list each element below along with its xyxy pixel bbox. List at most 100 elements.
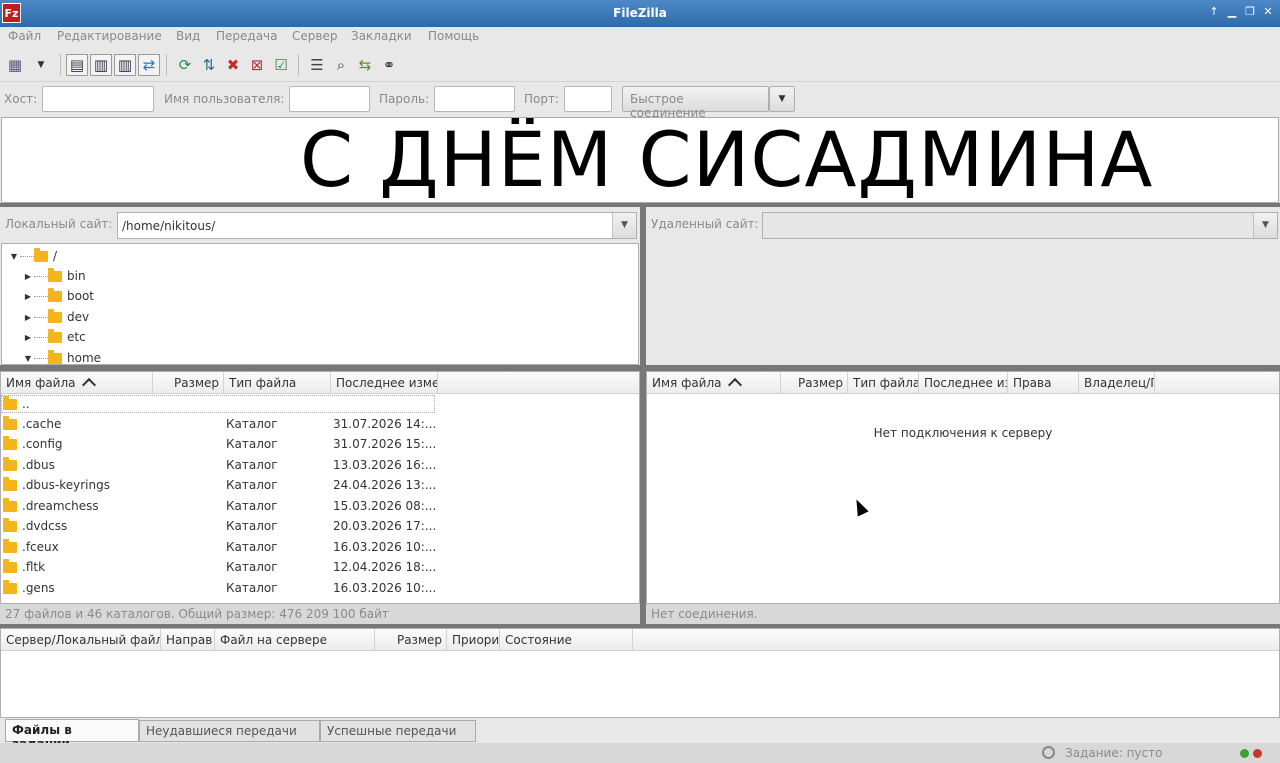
- column-header-name[interactable]: Имя файла: [647, 372, 781, 394]
- message-log[interactable]: С ДНЁМ СИСАДМИНА: [1, 117, 1279, 203]
- toggle-local-tree-icon[interactable]: ▥: [90, 54, 112, 76]
- directory-filter-icon[interactable]: ☰: [306, 54, 328, 76]
- status-led-red-icon: [1253, 749, 1262, 758]
- column-header-priority[interactable]: Приори: [447, 629, 500, 651]
- column-header-size[interactable]: Размер: [153, 372, 224, 394]
- table-row[interactable]: .fltk Каталог 12.04.2026 18:...: [1, 557, 639, 577]
- menu-bookmarks[interactable]: Закладки: [351, 29, 412, 43]
- tree-item-etc[interactable]: ▶ etc: [22, 327, 86, 347]
- expanded-arrow-icon[interactable]: ▼: [22, 354, 34, 363]
- menu-transfer[interactable]: Передача: [216, 29, 278, 43]
- collapsed-arrow-icon[interactable]: ▶: [22, 292, 34, 301]
- column-header-modified[interactable]: Последнее изме: [331, 372, 438, 394]
- refresh-icon[interactable]: ⟳: [174, 54, 196, 76]
- column-header-name[interactable]: Имя файла: [1, 372, 153, 394]
- collapsed-arrow-icon[interactable]: ▶: [22, 272, 34, 281]
- toggle-message-log-icon[interactable]: ▤: [66, 54, 88, 76]
- chevron-down-icon[interactable]: ▼: [612, 213, 636, 238]
- tree-item-dev[interactable]: ▶ dev: [22, 307, 89, 327]
- table-row[interactable]: .dvdcss Каталог 20.03.2026 17:...: [1, 516, 639, 536]
- menu-help[interactable]: Помощь: [428, 29, 479, 43]
- table-row[interactable]: .config Каталог 31.07.2026 15:...: [1, 434, 639, 454]
- compare-directories-icon[interactable]: ⌕: [330, 54, 352, 76]
- local-status-text: 27 файлов и 46 каталогов. Общий размер: …: [0, 604, 640, 624]
- keep-above-icon[interactable]: ↑: [1208, 5, 1220, 18]
- expanded-arrow-icon[interactable]: ▼: [8, 252, 20, 261]
- site-manager-dropdown-icon[interactable]: ▼: [30, 54, 52, 76]
- folder-icon: [48, 349, 62, 364]
- column-header-remote-file[interactable]: Файл на сервере: [215, 629, 375, 651]
- tree-item-bin[interactable]: ▶ bin: [22, 266, 86, 286]
- port-input[interactable]: [564, 86, 612, 112]
- table-row[interactable]: .dbus Каталог 13.03.2026 16:...: [1, 455, 639, 475]
- not-connected-message: Нет подключения к серверу: [873, 426, 1053, 440]
- site-manager-icon[interactable]: ▦: [4, 54, 26, 76]
- remote-file-list[interactable]: Имя файла Размер Тип файла Последнее из …: [646, 371, 1280, 604]
- menu-server[interactable]: Сервер: [292, 29, 337, 43]
- menu-view[interactable]: Вид: [176, 29, 200, 43]
- process-queue-icon[interactable]: ⇅: [198, 54, 220, 76]
- column-header-size[interactable]: Размер: [375, 629, 447, 651]
- table-row[interactable]: .dreamchess Каталог 15.03.2026 08:...: [1, 496, 639, 516]
- folder-icon: [3, 498, 17, 512]
- table-row[interactable]: .cache Каталог 31.07.2026 14:...: [1, 414, 639, 434]
- remote-path-combo[interactable]: ▼: [762, 212, 1278, 239]
- table-row[interactable]: ..: [1, 394, 639, 414]
- host-input[interactable]: [42, 86, 154, 112]
- close-icon[interactable]: ✕: [1262, 5, 1274, 18]
- local-directory-tree[interactable]: ▼ / ▶ bin ▶ boot ▶ dev ▶ etc ▼ home: [1, 243, 639, 365]
- tree-item-label: home: [67, 351, 102, 365]
- remote-directory-tree[interactable]: [646, 243, 1280, 365]
- column-header-size[interactable]: Размер: [781, 372, 848, 394]
- folder-link-icon: [48, 267, 62, 282]
- tab-successful-transfers[interactable]: Успешные передачи: [320, 720, 476, 742]
- table-row[interactable]: .gens Каталог 16.03.2026 10:...: [1, 578, 639, 598]
- column-header-permissions[interactable]: Права: [1008, 372, 1079, 394]
- tree-item-boot[interactable]: ▶ boot: [22, 286, 94, 306]
- local-file-list[interactable]: Имя файла Размер Тип файла Последнее изм…: [0, 371, 640, 604]
- local-path-combo[interactable]: /home/nikitous/ ▼: [117, 212, 637, 239]
- menu-file[interactable]: Файл: [8, 29, 41, 43]
- password-input[interactable]: [434, 86, 515, 112]
- column-header-type[interactable]: Тип файла: [224, 372, 331, 394]
- tab-failed-transfers[interactable]: Неудавшиеся передачи: [139, 720, 320, 742]
- collapsed-arrow-icon[interactable]: ▶: [22, 313, 34, 322]
- sort-ascending-icon: [81, 377, 96, 393]
- queue-tabs: Файлы в задании Неудавшиеся передачи Усп…: [0, 718, 1280, 751]
- transfer-queue[interactable]: Сервер/Локальный файл Направ Файл на сер…: [0, 628, 1280, 718]
- window-controls: ↑ ▁ ❐ ✕: [1208, 5, 1274, 18]
- quickconnect-dropdown-icon[interactable]: ▼: [769, 86, 795, 112]
- remote-list-header: Имя файла Размер Тип файла Последнее из …: [647, 372, 1279, 394]
- quickconnect-button[interactable]: Быстрое соединение: [622, 86, 769, 120]
- restore-icon[interactable]: ❐: [1244, 5, 1256, 18]
- toggle-remote-tree-icon[interactable]: ▥: [114, 54, 136, 76]
- username-input[interactable]: [289, 86, 370, 112]
- status-led-green-icon: [1240, 749, 1249, 758]
- column-header-owner[interactable]: Владелец/Г: [1079, 372, 1155, 394]
- disconnect-icon[interactable]: ⊠: [246, 54, 268, 76]
- minimize-icon[interactable]: ▁: [1226, 5, 1238, 18]
- folder-icon: [3, 559, 17, 573]
- chevron-down-icon[interactable]: ▼: [1253, 213, 1277, 238]
- column-header-server-local[interactable]: Сервер/Локальный файл: [1, 629, 161, 651]
- tree-item-home[interactable]: ▼ home: [22, 348, 102, 365]
- tree-item-root[interactable]: ▼ /: [8, 246, 57, 266]
- column-header-modified[interactable]: Последнее из: [919, 372, 1008, 394]
- folder-icon: [3, 539, 17, 553]
- collapsed-arrow-icon[interactable]: ▶: [22, 333, 34, 342]
- menu-edit[interactable]: Редактирование: [57, 29, 162, 43]
- toggle-transfer-queue-icon[interactable]: ⇄: [138, 54, 160, 76]
- table-row[interactable]: .dbus-keyrings Каталог 24.04.2026 13:...: [1, 475, 639, 495]
- column-header-type[interactable]: Тип файла: [848, 372, 919, 394]
- column-header-state[interactable]: Состояние: [500, 629, 633, 651]
- sync-browsing-icon[interactable]: ⇆: [354, 54, 376, 76]
- column-header-direction[interactable]: Направ: [161, 629, 215, 651]
- reconnect-icon[interactable]: ☑: [270, 54, 292, 76]
- cancel-operation-icon[interactable]: ✖: [222, 54, 244, 76]
- port-label: Порт:: [524, 92, 560, 106]
- table-row[interactable]: .fceux Каталог 16.03.2026 10:...: [1, 537, 639, 557]
- tab-queued-files[interactable]: Файлы в задании: [5, 719, 139, 751]
- folder-icon: [3, 436, 17, 450]
- search-files-icon[interactable]: ⚭: [378, 54, 400, 76]
- remote-site-bar: Удаленный сайт: ▼: [646, 207, 1280, 243]
